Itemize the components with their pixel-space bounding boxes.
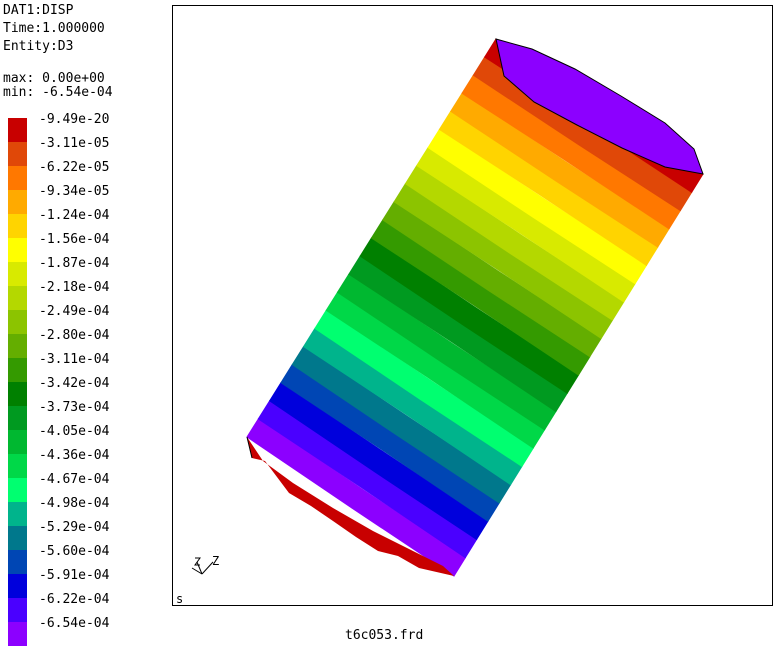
corner-label: s [176, 592, 184, 606]
legend-label: -1.24e-04 [39, 208, 110, 223]
cylinder-contour-plot [246, 38, 704, 577]
legend-label: -2.80e-04 [39, 328, 110, 343]
legend-swatch [8, 622, 27, 646]
legend-entry: -2.18e-04 [8, 280, 168, 310]
legend-label: -2.49e-04 [39, 304, 110, 319]
color-legend: -9.49e-20 -3.11e-05 -6.22e-05 -9.34e-05 -1.2… [0, 0, 170, 672]
legend-label: -9.49e-20 [39, 112, 110, 127]
legend-entry: -4.36e-04 [8, 448, 168, 478]
legend-label: -5.29e-04 [39, 520, 110, 535]
legend-entry: -9.34e-05 [8, 184, 168, 214]
legend-entry: -3.42e-04 [8, 376, 168, 406]
legend-entry: -5.60e-04 [8, 544, 168, 574]
legend-label: -4.98e-04 [39, 496, 110, 511]
legend-entry: -6.54e-04 [8, 616, 168, 646]
legend-label: -4.05e-04 [39, 424, 110, 439]
legend-label: -3.11e-04 [39, 352, 110, 367]
legend-label: -4.36e-04 [39, 448, 110, 463]
legend-label: -5.91e-04 [39, 568, 110, 583]
legend-entry: -1.56e-04 [8, 232, 168, 262]
legend-label: -1.87e-04 [39, 256, 110, 271]
legend-label: -4.67e-04 [39, 472, 110, 487]
legend-label: -6.22e-05 [39, 160, 110, 175]
legend-label: -3.73e-04 [39, 400, 110, 415]
legend-entry: -6.22e-05 [8, 160, 168, 190]
legend-label: -2.18e-04 [39, 280, 110, 295]
legend-entry: -2.80e-04 [8, 328, 168, 358]
legend-label: -6.54e-04 [39, 616, 110, 631]
legend-entry: -2.49e-04 [8, 304, 168, 334]
legend-label: -3.11e-05 [39, 136, 110, 151]
legend-label: -6.22e-04 [39, 592, 110, 607]
legend-entry: -3.11e-05 [8, 136, 168, 166]
legend-entry: -9.49e-20 [8, 112, 168, 142]
legend-entry: -4.05e-04 [8, 424, 168, 454]
model-viewport[interactable]: Z s [172, 5, 773, 606]
legend-entry: -6.22e-04 [8, 592, 168, 622]
legend-entry: -5.91e-04 [8, 568, 168, 598]
legend-entry: -4.67e-04 [8, 472, 168, 502]
legend-label: -1.56e-04 [39, 232, 110, 247]
legend-entry: -1.24e-04 [8, 208, 168, 238]
legend-entry: -1.87e-04 [8, 256, 168, 286]
legend-label: -5.60e-04 [39, 544, 110, 559]
legend-entry: -3.73e-04 [8, 400, 168, 430]
legend-label: -3.42e-04 [39, 376, 110, 391]
legend-entry: -3.11e-04 [8, 352, 168, 382]
legend-entry: -5.29e-04 [8, 520, 168, 550]
legend-entry: -4.98e-04 [8, 496, 168, 526]
legend-label: -9.34e-05 [39, 184, 110, 199]
file-name-label: t6c053.frd [345, 628, 424, 643]
